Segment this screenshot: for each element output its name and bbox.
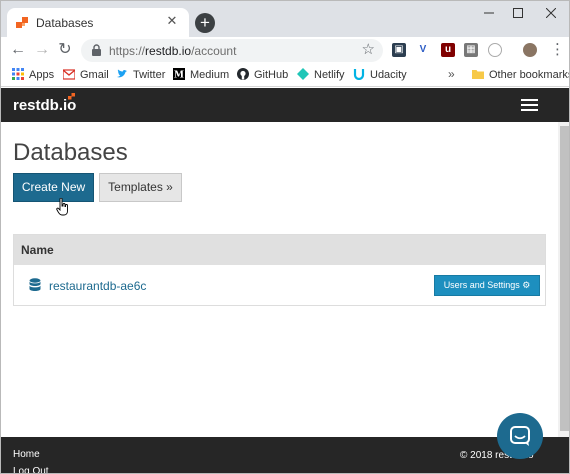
extension-circle-icon[interactable] xyxy=(488,43,502,57)
bookmark-netlify[interactable]: Netlify xyxy=(297,68,345,83)
extension-v-icon[interactable]: V xyxy=(416,43,430,57)
reload-icon[interactable]: ↻ xyxy=(57,42,73,58)
window-close-icon[interactable] xyxy=(537,6,565,22)
minimize-icon[interactable] xyxy=(475,6,503,22)
back-arrow-icon[interactable]: ← xyxy=(10,42,26,58)
bookmark-medium[interactable]: M Medium xyxy=(173,68,229,83)
svg-text:M: M xyxy=(174,71,184,81)
footer-link-logout[interactable]: Log Out xyxy=(13,466,49,473)
netlify-icon xyxy=(297,68,309,80)
bookmark-gmail[interactable]: Gmail xyxy=(63,68,109,83)
bookmark-udacity[interactable]: Udacity xyxy=(353,68,407,83)
chat-icon xyxy=(510,426,530,446)
table-header: Name xyxy=(14,235,545,265)
table-row: restaurantdb-ae6c Users and Settings ⚙ xyxy=(14,265,545,305)
bookmarks-overflow-button[interactable]: » xyxy=(448,67,455,81)
tab-title: Databases xyxy=(36,16,94,30)
lock-icon xyxy=(92,44,101,56)
apps-grid-icon xyxy=(12,68,24,80)
database-link[interactable]: restaurantdb-ae6c xyxy=(49,279,146,293)
extension-grid-icon[interactable]: ▦ xyxy=(464,43,478,57)
logo-mark-icon xyxy=(68,93,75,100)
gmail-icon xyxy=(63,69,75,80)
page-footer: Home Log Out © 2018 restdb.io xyxy=(1,437,569,473)
profile-avatar[interactable] xyxy=(523,43,537,57)
page-scrollbar[interactable] xyxy=(558,122,569,437)
github-icon xyxy=(237,68,249,80)
users-and-settings-button[interactable]: Users and Settings ⚙ xyxy=(434,275,540,296)
web-page: restdb.io Databases Create New Templates… xyxy=(1,88,569,473)
folder-icon xyxy=(472,70,484,79)
udacity-icon xyxy=(353,69,365,80)
bookmark-twitter[interactable]: Twitter xyxy=(116,68,165,83)
templates-button[interactable]: Templates » xyxy=(99,173,182,202)
hamburger-menu-icon[interactable] xyxy=(521,99,538,112)
chat-launcher-button[interactable] xyxy=(497,413,543,459)
create-new-button[interactable]: Create New xyxy=(13,173,94,202)
medium-icon: M xyxy=(173,68,185,80)
bookmark-star-icon[interactable]: ☆ xyxy=(362,42,375,58)
bookmarks-bar: Apps Gmail Twitter M Medium GitHub Netlif… xyxy=(1,63,569,87)
address-bar[interactable]: https://restdb.io/account ☆ xyxy=(81,39,383,62)
brand-logo[interactable]: restdb.io xyxy=(13,97,76,114)
bookmark-apps[interactable]: Apps xyxy=(12,68,54,83)
new-tab-button[interactable]: + xyxy=(195,13,215,33)
url-text: https://restdb.io/account xyxy=(109,44,237,58)
browser-tab[interactable]: Databases ✕ xyxy=(7,8,189,37)
hand-cursor-icon xyxy=(56,198,68,216)
app-navbar: restdb.io xyxy=(1,88,569,122)
database-icon xyxy=(29,278,41,291)
databases-table: Name restaurantdb-ae6c Users and Setting… xyxy=(13,234,546,306)
browser-window: Databases ✕ + ← → ↻ https://restdb.io/ac… xyxy=(0,0,570,474)
twitter-icon xyxy=(117,69,127,78)
restdb-favicon-icon xyxy=(16,16,30,30)
footer-link-home[interactable]: Home xyxy=(13,449,40,460)
bookmark-github[interactable]: GitHub xyxy=(237,68,288,83)
page-title: Databases xyxy=(13,139,128,166)
extension-icon[interactable]: ▣ xyxy=(392,43,406,57)
menu-dots-icon[interactable]: ⋮ xyxy=(550,41,565,59)
forward-arrow-icon[interactable]: → xyxy=(34,42,50,58)
scrollbar-thumb[interactable] xyxy=(560,126,569,431)
browser-toolbar: ← → ↻ https://restdb.io/account ☆ ▣ V u … xyxy=(1,37,569,63)
close-icon[interactable]: ✕ xyxy=(165,14,179,28)
ublock-icon[interactable]: u xyxy=(441,43,455,57)
other-bookmarks[interactable]: Other bookmarks xyxy=(472,68,569,83)
maximize-icon[interactable] xyxy=(504,6,532,22)
column-header-name[interactable]: Name xyxy=(21,243,54,257)
tab-strip: Databases ✕ + xyxy=(1,1,569,37)
